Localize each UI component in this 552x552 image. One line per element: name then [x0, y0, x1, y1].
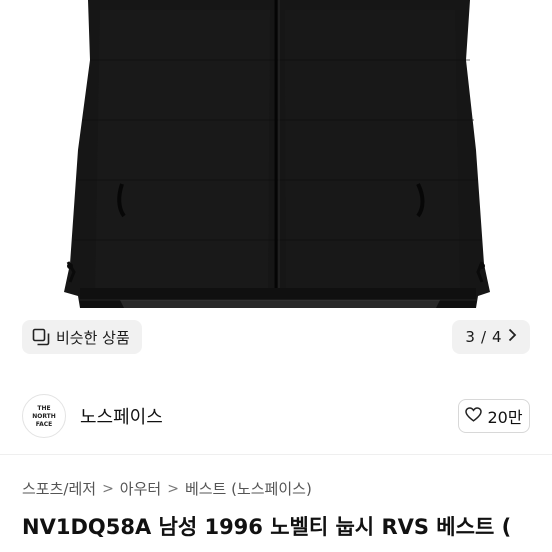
brand-logo-icon: THE NORTH FACE [32, 405, 56, 428]
breadcrumb-separator: > [167, 480, 179, 497]
product-image-gallery[interactable]: 비슷한 상품 3 / 4 [0, 0, 552, 378]
product-title: NV1DQ58A 남성 1996 노벨티 눕시 RVS 베스트 ( [22, 515, 512, 539]
similar-items-label: 비슷한 상품 [56, 328, 130, 347]
like-button[interactable]: 20만 [458, 399, 530, 433]
seller-row: THE NORTH FACE 노스페이스 20만 [0, 378, 552, 454]
similar-items-icon [32, 328, 50, 346]
breadcrumb-separator: > [102, 480, 114, 497]
like-count: 20만 [487, 408, 523, 427]
page-separator: / [480, 328, 487, 346]
divider [0, 454, 552, 455]
seller-avatar[interactable]: THE NORTH FACE [22, 394, 66, 438]
breadcrumb-item-outer[interactable]: 아우터 [120, 478, 161, 499]
breadcrumb-item-vest[interactable]: 베스트 (노스페이스) [185, 478, 312, 499]
svg-text:FACE: FACE [36, 421, 53, 428]
chevron-right-icon[interactable] [508, 328, 517, 346]
similar-items-button[interactable]: 비슷한 상품 [22, 320, 142, 354]
image-pager[interactable]: 3 / 4 [452, 320, 530, 354]
heart-icon [465, 406, 483, 426]
svg-text:NORTH: NORTH [32, 413, 56, 420]
page-total: 4 [492, 328, 502, 346]
breadcrumb-item-sports[interactable]: 스포츠/레저 [22, 478, 96, 499]
svg-text:THE: THE [37, 405, 50, 412]
breadcrumb: 스포츠/레저 > 아우터 > 베스트 (노스페이스) [22, 478, 542, 499]
seller-name[interactable]: 노스페이스 [80, 403, 458, 429]
page-current: 3 [465, 328, 475, 346]
